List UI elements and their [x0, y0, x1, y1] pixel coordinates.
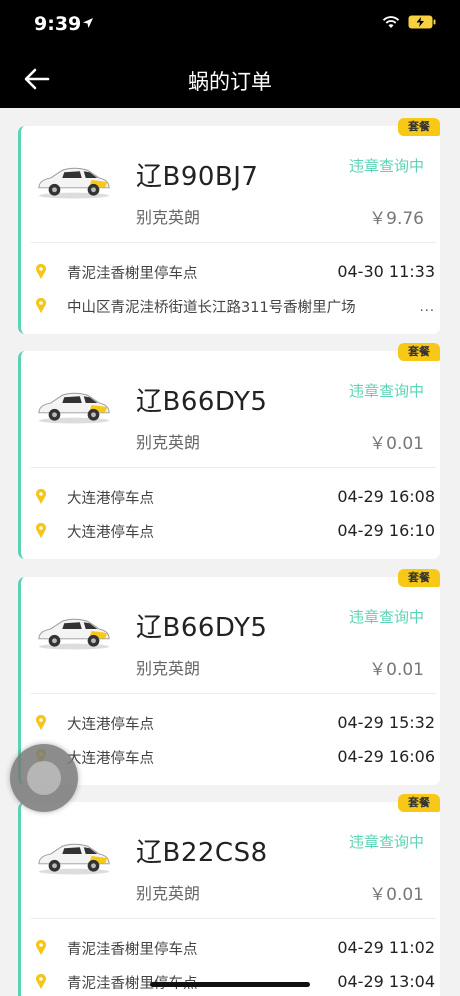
- package-badge: 套餐: [398, 118, 440, 136]
- order-card[interactable]: 套餐 辽B22CS8 违章查询中 别克英朗 ￥0.01 青泥洼香榭里停车点 04…: [18, 794, 440, 996]
- battery-charging-icon: [408, 15, 436, 29]
- license-plate: 辽B90BJ7: [136, 162, 259, 192]
- order-card[interactable]: 套餐 辽B90BJ7 违章查询中 别克英朗 ￥9.76 青泥洼香榭里停车点 04…: [18, 118, 440, 334]
- car-model: 别克英朗: [136, 208, 201, 227]
- car-model: 别克英朗: [136, 659, 201, 678]
- divider: [31, 918, 436, 919]
- start-location-row: 青泥洼香榭里停车点 04-29 11:02: [35, 938, 435, 960]
- order-status: 违章查询中: [348, 833, 424, 851]
- start-pin-icon: [36, 715, 46, 730]
- end-pin-icon: [36, 523, 46, 538]
- start-pin-icon: [36, 940, 46, 955]
- order-list: 套餐 辽B90BJ7 违章查询中 别克英朗 ￥9.76 青泥洼香榭里停车点 04…: [0, 108, 460, 996]
- end-time: 04-29 16:10: [337, 521, 435, 540]
- car-image: [38, 618, 110, 650]
- order-status: 违章查询中: [348, 157, 424, 175]
- assistive-touch-button[interactable]: [10, 744, 78, 812]
- license-plate: 辽B22CS8: [136, 838, 268, 868]
- start-location-row: 青泥洼香榭里停车点 04-30 11:33: [35, 262, 435, 284]
- status-time: 9:39: [34, 13, 82, 35]
- end-location: 大连港停车点: [67, 751, 154, 767]
- start-location-row: 大连港停车点 04-29 16:08: [35, 487, 435, 509]
- order-price: ￥9.76: [369, 209, 424, 229]
- navigation-bar: 蜗的订单: [0, 50, 460, 108]
- page-title: 蜗的订单: [188, 70, 272, 94]
- divider: [31, 693, 436, 694]
- license-plate: 辽B66DY5: [136, 387, 268, 417]
- order-card[interactable]: 套餐 辽B66DY5 违章查询中 别克英朗 ￥0.01 大连港停车点 04-29…: [18, 343, 440, 559]
- package-badge: 套餐: [398, 569, 440, 587]
- end-location: 大连港停车点: [67, 525, 154, 541]
- car-model: 别克英朗: [136, 433, 201, 452]
- start-location: 青泥洼香榭里停车点: [67, 266, 198, 282]
- start-time: 04-30 11:33: [337, 262, 435, 281]
- start-time: 04-29 15:32: [337, 713, 435, 732]
- status-icons: [382, 15, 436, 29]
- start-location: 大连港停车点: [67, 717, 154, 733]
- assistive-touch-inner: [27, 761, 61, 795]
- car-image: [38, 392, 110, 424]
- home-indicator[interactable]: [150, 982, 310, 987]
- end-location-row: 大连港停车点 04-29 16:06: [35, 747, 435, 769]
- license-plate: 辽B66DY5: [136, 613, 268, 643]
- end-location-row: 大连港停车点 04-29 16:10: [35, 521, 435, 543]
- divider: [31, 467, 436, 468]
- end-pin-icon: [36, 974, 46, 989]
- order-card[interactable]: 套餐 辽B66DY5 违章查询中 别克英朗 ￥0.01 大连港停车点 04-29…: [18, 569, 440, 785]
- car-image: [38, 843, 110, 875]
- end-pin-icon: [36, 298, 46, 313]
- divider: [31, 242, 436, 243]
- start-location: 大连港停车点: [67, 491, 154, 507]
- order-price: ￥0.01: [369, 885, 424, 905]
- end-time: 04-29 13:04: [337, 972, 435, 991]
- location-arrow-icon: [83, 18, 93, 28]
- start-location: 青泥洼香榭里停车点: [67, 942, 198, 958]
- end-location-row: 中山区青泥洼桥街道长江路311号香榭里广场 ...: [35, 296, 435, 318]
- more-indicator: ...: [419, 300, 435, 315]
- end-location: 中山区青泥洼桥街道长江路311号香榭里广场: [67, 300, 356, 316]
- status-bar: 9:39: [0, 0, 460, 50]
- start-time: 04-29 16:08: [337, 487, 435, 506]
- car-image: [38, 167, 110, 199]
- package-badge: 套餐: [398, 343, 440, 361]
- car-model: 别克英朗: [136, 884, 201, 903]
- order-status: 违章查询中: [348, 382, 424, 400]
- wifi-icon: [382, 15, 400, 28]
- start-pin-icon: [36, 264, 46, 279]
- start-pin-icon: [36, 489, 46, 504]
- start-location-row: 大连港停车点 04-29 15:32: [35, 713, 435, 735]
- order-price: ￥0.01: [369, 434, 424, 454]
- order-status: 违章查询中: [348, 608, 424, 626]
- package-badge: 套餐: [398, 794, 440, 812]
- start-time: 04-29 11:02: [337, 938, 435, 957]
- end-time: 04-29 16:06: [337, 747, 435, 766]
- order-price: ￥0.01: [369, 660, 424, 680]
